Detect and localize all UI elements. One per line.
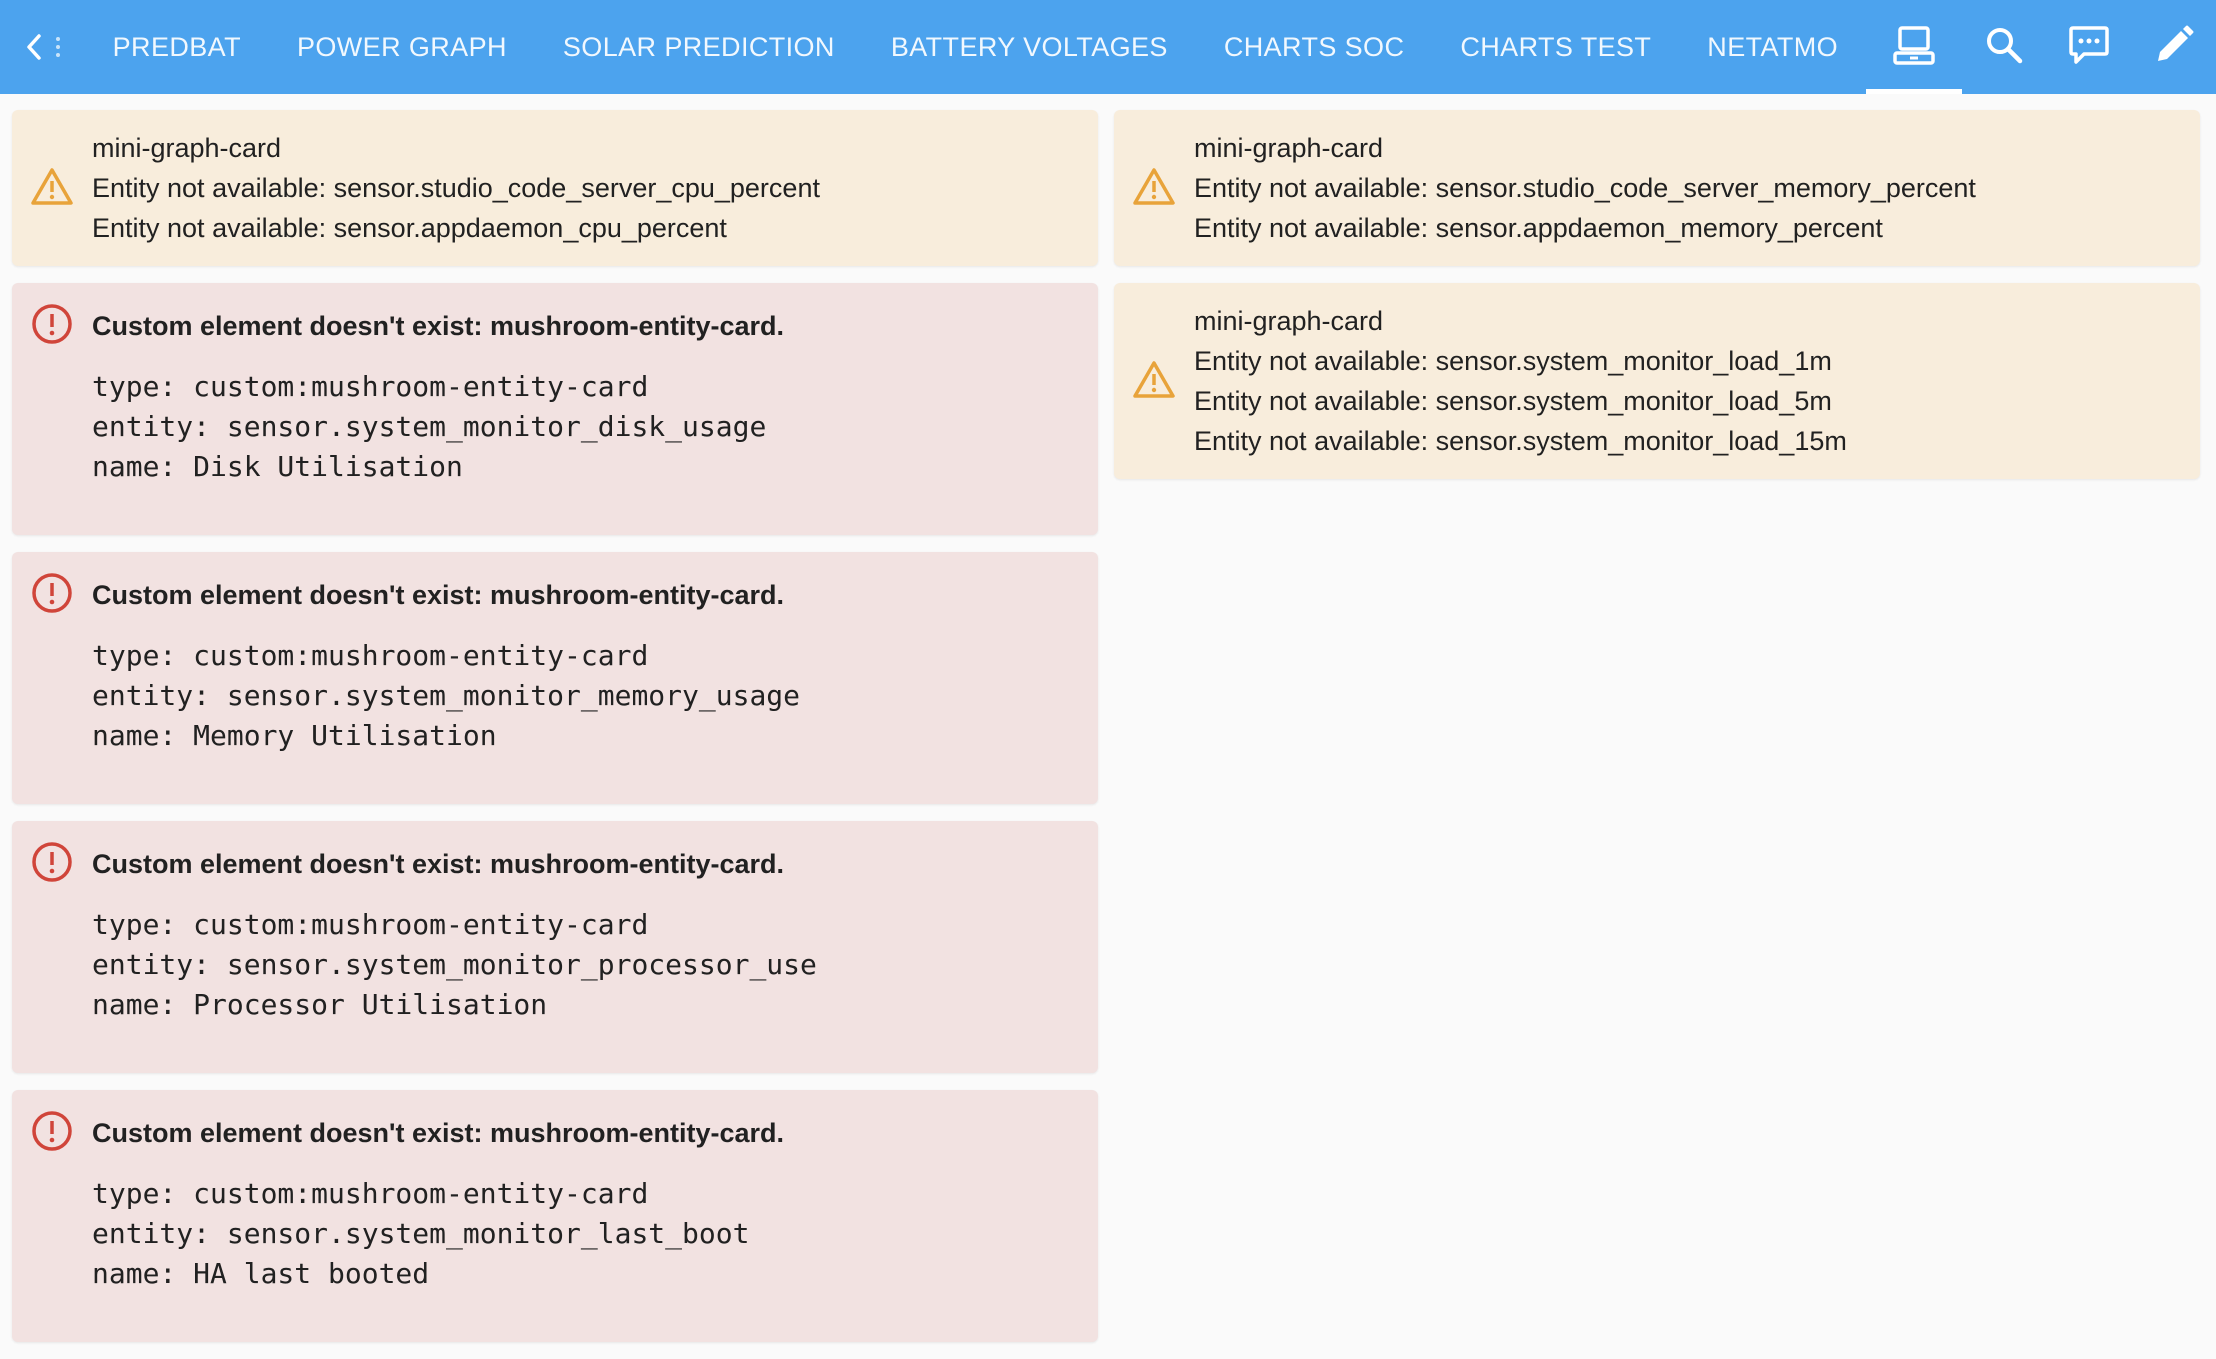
tab-netatmo[interactable]: NETATMO <box>1679 0 1866 94</box>
warning-line: Entity not available: sensor.system_moni… <box>1194 386 1832 416</box>
warning-icon <box>1132 166 1176 211</box>
error-card: Custom element doesn't exist: mushroom-e… <box>12 552 1098 804</box>
config-line: type: custom:mushroom-entity-card <box>92 639 649 672</box>
warning-line: Entity not available: sensor.system_moni… <box>1194 346 1832 376</box>
config-line: entity: sensor.system_monitor_memory_usa… <box>92 679 801 712</box>
warning-line: Entity not available: sensor.system_moni… <box>1194 426 1847 456</box>
config-line: name: HA last booted <box>92 1257 430 1290</box>
top-app-bar: PREDBAT POWER GRAPH SOLAR PREDICTION BAT… <box>0 0 2216 94</box>
error-card: Custom element doesn't exist: mushroom-e… <box>12 1090 1098 1342</box>
error-icon <box>31 1110 73 1157</box>
error-icon <box>31 572 73 619</box>
view-tabs: PREDBAT POWER GRAPH SOLAR PREDICTION BAT… <box>85 0 1963 94</box>
warning-card: mini-graph-card Entity not available: se… <box>1114 110 2200 266</box>
warning-line: Entity not available: sensor.studio_code… <box>92 173 820 203</box>
error-config: type: custom:mushroom-entity-card entity… <box>92 367 1082 487</box>
config-line: name: Processor Utilisation <box>92 988 548 1021</box>
config-line: type: custom:mushroom-entity-card <box>92 370 649 403</box>
error-icon <box>31 303 73 350</box>
left-column: mini-graph-card Entity not available: se… <box>12 110 1098 1342</box>
error-title: Custom element doesn't exist: mushroom-e… <box>92 311 785 341</box>
edit-dashboard-button[interactable] <box>2131 0 2216 94</box>
tab-battery-voltages[interactable]: BATTERY VOLTAGES <box>863 0 1196 94</box>
tab-charts-soc[interactable]: CHARTS SOC <box>1196 0 1433 94</box>
card-title: mini-graph-card <box>92 133 282 163</box>
warning-icon <box>30 166 74 211</box>
search-icon <box>1984 25 2024 70</box>
tab-solar-prediction[interactable]: SOLAR PREDICTION <box>535 0 863 94</box>
warning-line: Entity not available: sensor.appdaemon_m… <box>1194 213 1883 243</box>
config-line: entity: sensor.system_monitor_last_boot <box>92 1217 750 1250</box>
error-card: Custom element doesn't exist: mushroom-e… <box>12 283 1098 535</box>
warning-line: Entity not available: sensor.studio_code… <box>1194 173 1976 203</box>
config-line: name: Memory Utilisation <box>92 719 497 752</box>
chevron-left-icon <box>23 33 45 61</box>
error-title: Custom element doesn't exist: mushroom-e… <box>92 1118 785 1148</box>
error-config: type: custom:mushroom-entity-card entity… <box>92 905 1082 1025</box>
config-line: type: custom:mushroom-entity-card <box>92 908 649 941</box>
tab-system-monitor[interactable] <box>1866 0 1963 94</box>
more-vertical-icon <box>55 35 61 59</box>
warning-icon <box>1132 359 1176 404</box>
config-line: entity: sensor.system_monitor_disk_usage <box>92 410 767 443</box>
tab-predbat[interactable]: PREDBAT <box>85 0 269 94</box>
tab-charts-test[interactable]: CHARTS TEST <box>1432 0 1679 94</box>
error-icon <box>31 841 73 888</box>
error-title: Custom element doesn't exist: mushroom-e… <box>92 849 785 879</box>
card-title: mini-graph-card <box>1194 133 1384 163</box>
laptop-icon <box>1893 25 1935 70</box>
pencil-icon <box>2154 25 2194 70</box>
error-config: type: custom:mushroom-entity-card entity… <box>92 1174 1082 1294</box>
warning-card: mini-graph-card Entity not available: se… <box>1114 283 2200 479</box>
warning-card: mini-graph-card Entity not available: se… <box>12 110 1098 266</box>
chat-icon <box>2068 24 2110 71</box>
assist-button[interactable] <box>2047 0 2132 94</box>
error-config: type: custom:mushroom-entity-card entity… <box>92 636 1082 756</box>
warning-line: Entity not available: sensor.appdaemon_c… <box>92 213 727 243</box>
tab-power-graph[interactable]: POWER GRAPH <box>269 0 535 94</box>
error-title: Custom element doesn't exist: mushroom-e… <box>92 580 785 610</box>
config-line: type: custom:mushroom-entity-card <box>92 1177 649 1210</box>
card-title: mini-graph-card <box>1194 306 1384 336</box>
config-line: name: Disk Utilisation <box>92 450 463 483</box>
search-button[interactable] <box>1962 0 2047 94</box>
right-column: mini-graph-card Entity not available: se… <box>1114 110 2200 479</box>
error-card: Custom element doesn't exist: mushroom-e… <box>12 821 1098 1073</box>
config-line: entity: sensor.system_monitor_processor_… <box>92 948 817 981</box>
scroll-tabs-left-button[interactable] <box>0 0 85 94</box>
